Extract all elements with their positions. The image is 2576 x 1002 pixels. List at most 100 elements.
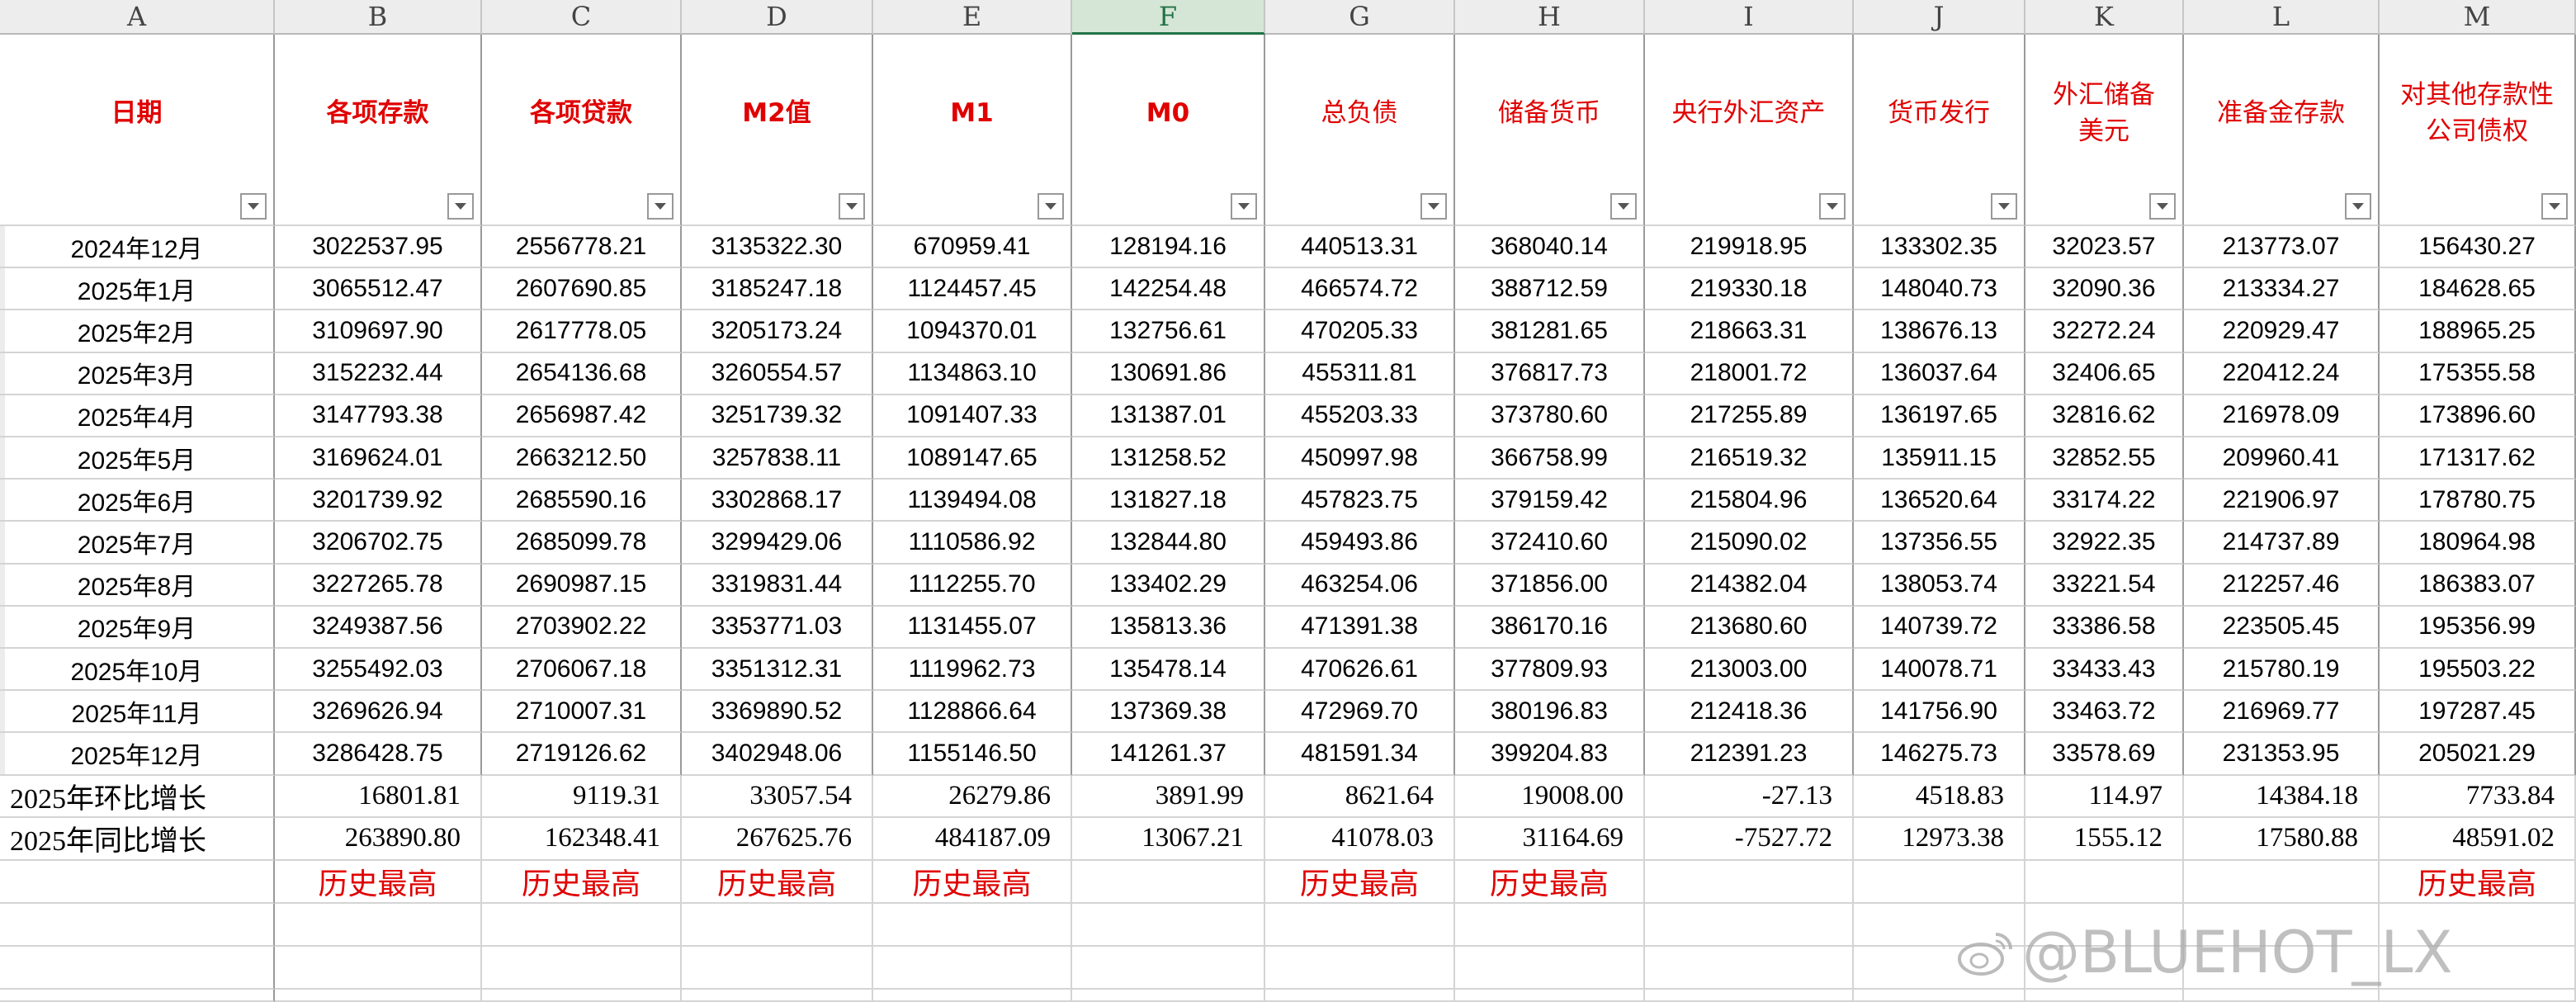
empty-cell[interactable] — [1455, 989, 1645, 1002]
value-cell[interactable]: 459493.86 — [1265, 522, 1455, 565]
value-cell[interactable]: 212257.46 — [2184, 564, 2380, 607]
value-cell[interactable]: 131258.52 — [1072, 437, 1265, 480]
value-cell[interactable]: 3260554.57 — [682, 352, 873, 395]
empty-cell[interactable] — [1265, 989, 1455, 1002]
value-cell[interactable]: 1094370.01 — [873, 310, 1072, 353]
value-cell[interactable]: 156430.27 — [2380, 226, 2576, 269]
value-cell[interactable]: 2685099.78 — [482, 522, 682, 565]
summary-value-cell[interactable]: 12973.38 — [1854, 818, 2025, 861]
summary-value-cell[interactable]: 162348.41 — [482, 818, 682, 861]
value-cell[interactable]: 188965.25 — [2380, 310, 2576, 353]
column-header-m[interactable]: M — [2380, 0, 2576, 35]
filter-dropdown-button[interactable] — [2541, 193, 2568, 220]
value-cell[interactable]: 3147793.38 — [275, 395, 482, 437]
date-cell[interactable]: 2025年8月 — [0, 564, 275, 607]
empty-cell[interactable] — [1645, 989, 1854, 1002]
value-cell[interactable]: 132844.80 — [1072, 522, 1265, 565]
column-header-g[interactable]: G — [1265, 0, 1455, 35]
value-cell[interactable]: 209960.41 — [2184, 437, 2380, 480]
note-cell[interactable] — [1072, 860, 1265, 904]
value-cell[interactable]: 3302868.17 — [682, 480, 873, 522]
value-cell[interactable]: 3227265.78 — [275, 564, 482, 607]
value-cell[interactable]: 376817.73 — [1455, 352, 1645, 395]
value-cell[interactable]: 33433.43 — [2025, 649, 2184, 692]
value-cell[interactable]: 146275.73 — [1854, 733, 2025, 776]
value-cell[interactable]: 32406.65 — [2025, 352, 2184, 395]
filter-dropdown-button[interactable] — [2345, 193, 2371, 220]
value-cell[interactable]: 1134863.10 — [873, 352, 1072, 395]
value-cell[interactable]: 2710007.31 — [482, 691, 682, 734]
date-cell[interactable]: 2025年11月 — [0, 691, 275, 734]
value-cell[interactable]: 455203.33 — [1265, 395, 1455, 437]
value-cell[interactable]: 215780.19 — [2184, 649, 2380, 692]
value-cell[interactable]: 371856.00 — [1455, 564, 1645, 607]
value-cell[interactable]: 212391.23 — [1645, 733, 1854, 776]
value-cell[interactable]: 2556778.21 — [482, 226, 682, 269]
filter-dropdown-button[interactable] — [1819, 193, 1846, 220]
value-cell[interactable]: 215090.02 — [1645, 522, 1854, 565]
filter-dropdown-button[interactable] — [447, 193, 474, 220]
column-header-a[interactable]: A — [0, 0, 275, 35]
empty-cell[interactable] — [2184, 989, 2380, 1002]
filter-dropdown-button[interactable] — [1610, 193, 1637, 220]
summary-value-cell[interactable]: 41078.03 — [1265, 818, 1455, 861]
note-cell[interactable]: 历史最高 — [682, 860, 873, 904]
summary-value-cell[interactable]: 4518.83 — [1854, 775, 2025, 819]
value-cell[interactable]: 218663.31 — [1645, 310, 1854, 353]
value-cell[interactable]: 3353771.03 — [682, 606, 873, 649]
value-cell[interactable]: 373780.60 — [1455, 395, 1645, 437]
empty-cell[interactable] — [873, 989, 1072, 1002]
empty-cell[interactable] — [1645, 946, 1854, 990]
summary-label-cell[interactable]: 2025年同比增长 — [0, 818, 275, 861]
summary-value-cell[interactable]: 14384.18 — [2184, 775, 2380, 819]
column-header-e[interactable]: E — [873, 0, 1072, 35]
value-cell[interactable]: 223505.45 — [2184, 606, 2380, 649]
value-cell[interactable]: 3257838.11 — [682, 437, 873, 480]
value-cell[interactable]: 33221.54 — [2025, 564, 2184, 607]
summary-value-cell[interactable]: 48591.02 — [2380, 818, 2576, 861]
date-cell[interactable]: 2025年7月 — [0, 522, 275, 565]
empty-cell[interactable] — [0, 989, 275, 1002]
value-cell[interactable]: 3206702.75 — [275, 522, 482, 565]
value-cell[interactable]: 218001.72 — [1645, 352, 1854, 395]
value-cell[interactable]: 3369890.52 — [682, 691, 873, 734]
value-cell[interactable]: 136197.65 — [1854, 395, 2025, 437]
value-cell[interactable]: 220929.47 — [2184, 310, 2380, 353]
value-cell[interactable]: 670959.41 — [873, 226, 1072, 269]
empty-cell[interactable] — [1265, 946, 1455, 990]
value-cell[interactable]: 3169624.01 — [275, 437, 482, 480]
value-cell[interactable]: 171317.62 — [2380, 437, 2576, 480]
value-cell[interactable]: 386170.16 — [1455, 606, 1645, 649]
summary-value-cell[interactable]: 17580.88 — [2184, 818, 2380, 861]
column-header-h[interactable]: H — [1455, 0, 1645, 35]
value-cell[interactable]: 178780.75 — [2380, 480, 2576, 522]
column-header-f[interactable]: F — [1072, 0, 1265, 35]
value-cell[interactable]: 3351312.31 — [682, 649, 873, 692]
value-cell[interactable]: 1089147.65 — [873, 437, 1072, 480]
value-cell[interactable]: 377809.93 — [1455, 649, 1645, 692]
value-cell[interactable]: 3152232.44 — [275, 352, 482, 395]
filter-dropdown-button[interactable] — [1420, 193, 1447, 220]
value-cell[interactable]: 3109697.90 — [275, 310, 482, 353]
value-cell[interactable]: 219918.95 — [1645, 226, 1854, 269]
value-cell[interactable]: 2654136.68 — [482, 352, 682, 395]
value-cell[interactable]: 33463.72 — [2025, 691, 2184, 734]
value-cell[interactable]: 3319831.44 — [682, 564, 873, 607]
date-cell[interactable]: 2025年5月 — [0, 437, 275, 480]
column-header-k[interactable]: K — [2025, 0, 2184, 35]
value-cell[interactable]: 2617778.05 — [482, 310, 682, 353]
empty-cell[interactable] — [873, 903, 1072, 947]
summary-value-cell[interactable]: 7733.84 — [2380, 775, 2576, 819]
field-header-k[interactable]: 外汇储备 美元 — [2025, 35, 2184, 226]
empty-cell[interactable] — [682, 946, 873, 990]
value-cell[interactable]: 141756.90 — [1854, 691, 2025, 734]
summary-value-cell[interactable]: 31164.69 — [1455, 818, 1645, 861]
value-cell[interactable]: 216969.77 — [2184, 691, 2380, 734]
value-cell[interactable]: 3205173.24 — [682, 310, 873, 353]
summary-value-cell[interactable]: 16801.81 — [275, 775, 482, 819]
value-cell[interactable]: 142254.48 — [1072, 268, 1265, 311]
value-cell[interactable]: 470205.33 — [1265, 310, 1455, 353]
value-cell[interactable]: 3135322.30 — [682, 226, 873, 269]
empty-cell[interactable] — [1072, 989, 1265, 1002]
empty-cell[interactable] — [1455, 903, 1645, 947]
